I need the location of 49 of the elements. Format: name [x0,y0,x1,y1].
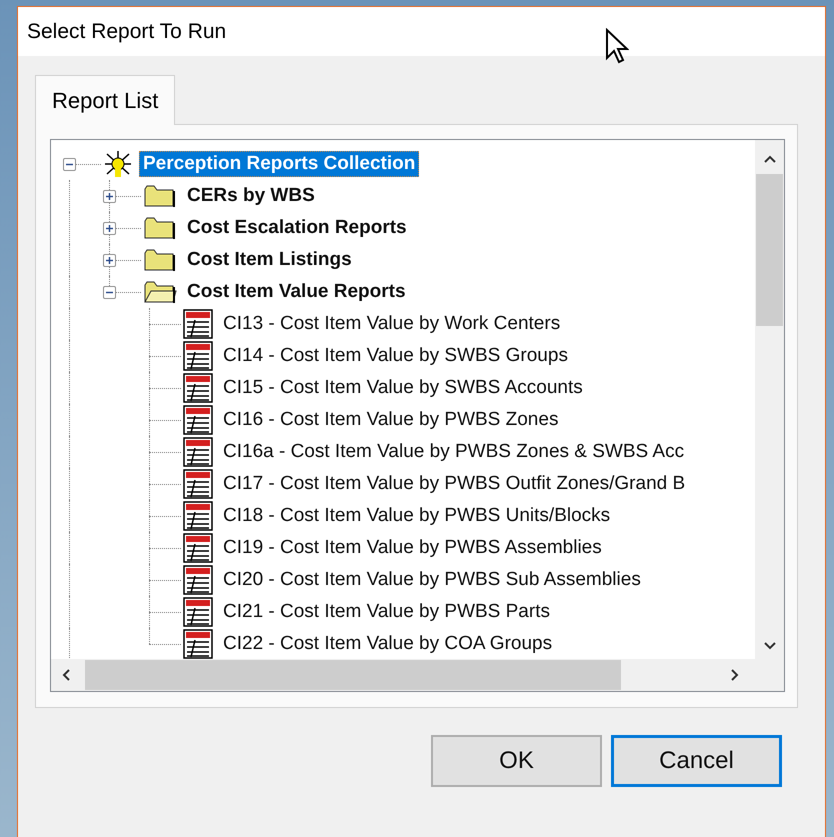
expand-toggle[interactable] [103,254,116,267]
report-icon [183,341,213,371]
tab[interactable]: Report List [35,75,176,125]
starburst-icon [103,150,133,178]
tree-item[interactable]: CI13 - Cost Item Value by Work Centers [219,311,564,337]
folder-icon [143,184,177,208]
scroll-right-icon[interactable] [730,668,740,682]
scrollbar-thumb[interactable] [85,660,621,690]
expand-toggle[interactable] [103,286,116,299]
tree-item[interactable]: CERs by WBS [183,183,319,209]
tree-item[interactable]: CI20 - Cost Item Value by PWBS Sub Assemblies [219,567,645,593]
report-icon [183,533,213,563]
expand-toggle[interactable] [103,222,116,235]
folder-icon [143,248,177,272]
tree-item[interactable]: CI14 - Cost Item Value by SWBS Groups [219,343,572,369]
default-button[interactable]: Cancel [611,735,782,787]
scrollbar-thumb[interactable] [756,174,783,326]
report-icon [183,629,213,659]
vertical-scrollbar[interactable] [755,140,784,659]
tree-item[interactable]: Perception Reports Collection [139,151,420,177]
scroll-up-icon[interactable] [762,154,776,164]
report-icon [183,597,213,627]
window-title: Select Report To Run [27,20,226,44]
folder-icon [143,216,177,240]
report-icon [183,437,213,467]
report-icon [183,565,213,595]
scroll-left-icon[interactable] [61,668,71,682]
report-icon [183,405,213,435]
tree-item[interactable]: CI15 - Cost Item Value by SWBS Accounts [219,375,587,401]
tree-item[interactable]: CI19 - Cost Item Value by PWBS Assemblies [219,535,606,561]
tree-item[interactable]: CI21 - Cost Item Value by PWBS Parts [219,599,554,625]
expand-toggle[interactable] [63,158,76,171]
horizontal-scrollbar[interactable] [51,659,784,691]
tree-item[interactable]: Cost Item Listings [183,247,356,273]
report-icon [183,309,213,339]
tree-item[interactable]: CI22 - Cost Item Value by COA Groups [219,631,556,657]
tree-item[interactable]: Cost Escalation Reports [183,215,411,241]
tree-item[interactable]: CI16a - Cost Item Value by PWBS Zones & SWBS Acc [219,439,688,465]
dialog-button[interactable]: OK [431,735,602,787]
tree-item[interactable]: CI18 - Cost Item Value by PWBS Units/Blocks [219,503,614,529]
tree-item[interactable]: CI16 - Cost Item Value by PWBS Zones [219,407,562,433]
report-icon [183,373,213,403]
report-icon [183,469,213,499]
expand-toggle[interactable] [103,190,116,203]
report-icon [183,501,213,531]
tree-item[interactable]: CI17 - Cost Item Value by PWBS Outfit Zones/Grand B [219,471,690,497]
tree-item[interactable]: Cost Item Value Reports [183,279,410,305]
scroll-down-icon[interactable] [762,641,776,651]
folder-icon [143,280,177,304]
